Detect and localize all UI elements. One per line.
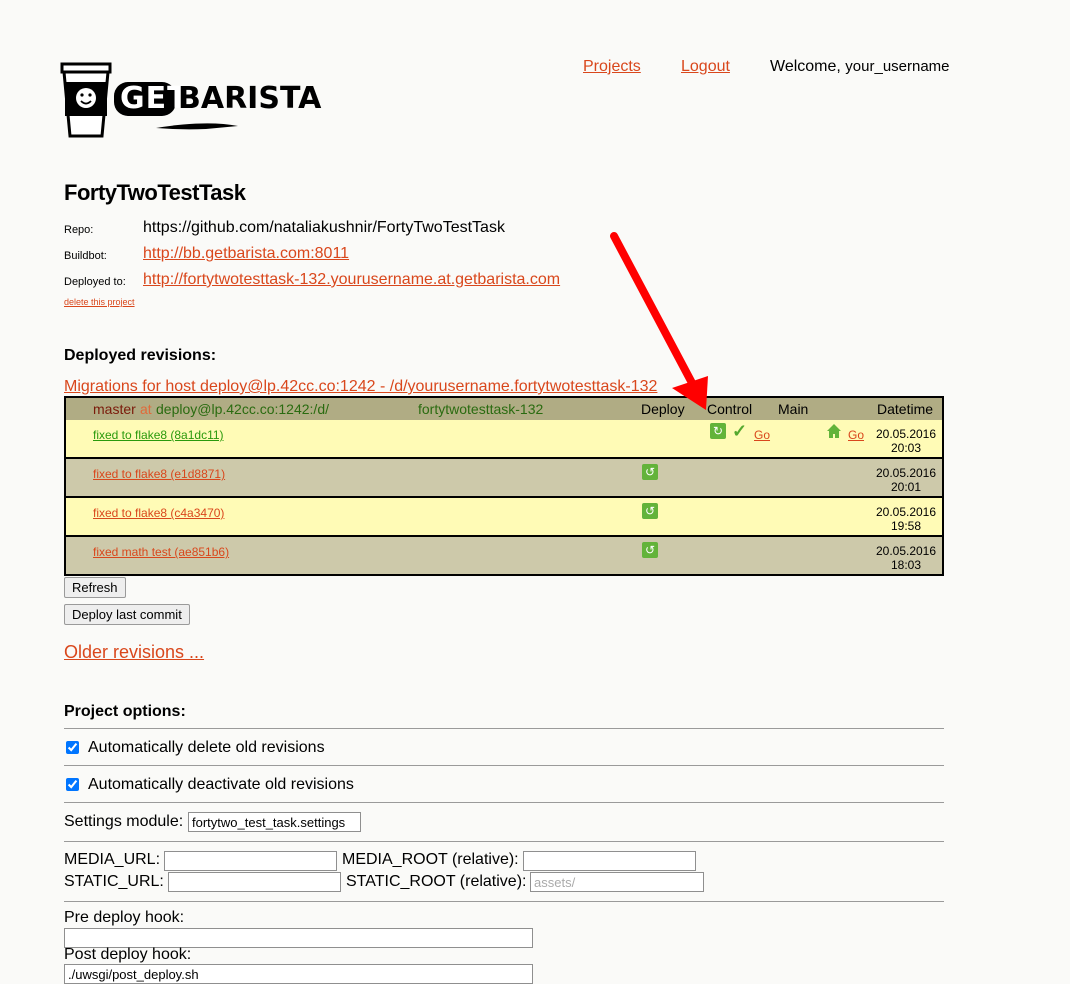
revision-datetime: 20.05.2016 20:01 [874,466,938,494]
buildbot-label: Buildbot: [64,250,107,262]
divider [64,802,944,803]
welcome-label: Welcome, [770,58,841,75]
revision-date: 20.05.2016 [875,466,937,480]
deploy-icon[interactable]: ↺ [642,503,658,519]
revision-date: 20.05.2016 [875,505,937,519]
commit-link[interactable]: fixed to flake8 (e1d8871) [93,467,225,481]
username: your_username [845,58,950,75]
revision-time: 20:01 [890,480,922,494]
static-root-label: STATIC_ROOT (relative): [346,873,527,890]
delete-project-link[interactable]: delete this project [64,297,135,307]
settings-module-label: Settings module: [64,813,184,830]
host-path: deploy@lp.42cc.co:1242:/d/ [156,401,329,417]
media-root-input[interactable] [523,851,696,871]
divider [64,901,944,902]
brand-barista: BARISTA [178,81,322,116]
host-suffix: fortytwotesttask-132 [418,401,544,417]
at-word: at [140,401,152,417]
revision-date: 20.05.2016 [875,544,937,558]
project-options-heading: Project options: [64,703,186,720]
revision-row: fixed to flake8 (8a1dc11) ↻ ✓ Go Go 20.0… [66,420,942,459]
col-datetime: Datetime [877,401,934,417]
deployed-link[interactable]: http://fortytwotesttask-132.yourusername… [143,271,560,289]
divider [64,841,944,842]
project-title: FortyTwoTestTask [64,180,246,205]
deployed-revisions-heading: Deployed revisions: [64,347,217,364]
reload-icon[interactable]: ↻ [710,423,726,439]
post-deploy-hook-input[interactable] [64,964,533,984]
welcome-text: Welcome, your_username [770,58,950,76]
commit-link[interactable]: fixed to flake8 (c4a3470) [93,506,224,520]
divider [64,765,944,766]
commit-link[interactable]: fixed to flake8 (8a1dc11) [93,428,224,442]
older-revisions-link[interactable]: Older revisions ... [64,642,204,663]
revision-datetime: 20.05.2016 20:03 [874,427,938,455]
repo-value: https://github.com/nataliakushnir/FortyT… [143,219,505,236]
migrations-link[interactable]: Migrations for host deploy@lp.42cc.co:12… [64,378,657,396]
col-main: Main [778,401,809,417]
revision-datetime: 20.05.2016 18:03 [874,544,938,572]
revision-date: 20.05.2016 [875,427,937,441]
revision-time: 20:03 [890,441,922,455]
projects-link[interactable]: Projects [583,58,641,76]
post-deploy-hook-label: Post deploy hook: [64,946,192,963]
pre-deploy-hook-label: Pre deploy hook: [64,909,185,926]
buildbot-link[interactable]: http://bb.getbarista.com:8011 [143,245,349,263]
pre-deploy-hook-input[interactable] [64,928,533,948]
static-url-input[interactable] [168,872,341,892]
revision-row: fixed to flake8 (e1d8871) ↺ 20.05.2016 2… [66,459,942,498]
revision-time: 19:58 [890,519,922,533]
auto-deactivate-label: Automatically deactivate old revisions [88,776,354,793]
auto-delete-checkbox[interactable] [66,741,79,754]
commit-link[interactable]: fixed math test (ae851b6) [93,545,229,559]
deployed-label: Deployed to: [64,276,126,288]
deploy-last-commit-button[interactable]: Deploy last commit [64,604,190,625]
refresh-button[interactable]: Refresh [64,577,126,598]
auto-delete-label: Automatically delete old revisions [88,739,325,756]
col-control: Control [707,401,753,417]
go-control-link[interactable]: Go [754,428,770,442]
branch-name: master [93,401,136,417]
static-url-label: STATIC_URL: [64,873,164,890]
col-deploy: Deploy [641,401,685,417]
home-icon[interactable] [826,423,842,439]
revisions-table-header: master at deploy@lp.42cc.co:1242:/d/ for… [66,398,942,422]
media-root-label: MEDIA_ROOT (relative): [342,851,519,868]
divider [64,728,944,729]
deploy-icon[interactable]: ↺ [642,542,658,558]
getbarista-logo[interactable]: GET BARISTA [56,58,321,142]
revision-datetime: 20.05.2016 19:58 [874,505,938,533]
media-url-label: MEDIA_URL: [64,851,161,868]
check-icon[interactable]: ✓ [732,421,747,442]
auto-deactivate-checkbox[interactable] [66,778,79,791]
revisions-table: master at deploy@lp.42cc.co:1242:/d/ for… [64,396,944,576]
settings-module-input[interactable] [188,812,361,832]
repo-label: Repo: [64,224,94,236]
revision-row: fixed math test (ae851b6) ↺ 20.05.2016 1… [66,537,942,574]
revision-row: fixed to flake8 (c4a3470) ↺ 20.05.2016 1… [66,498,942,537]
logout-link[interactable]: Logout [681,58,730,76]
media-url-input[interactable] [164,851,337,871]
static-root-input[interactable] [530,872,704,892]
revision-time: 18:03 [890,558,922,572]
go-main-link[interactable]: Go [848,428,864,442]
deploy-icon[interactable]: ↺ [642,464,658,480]
